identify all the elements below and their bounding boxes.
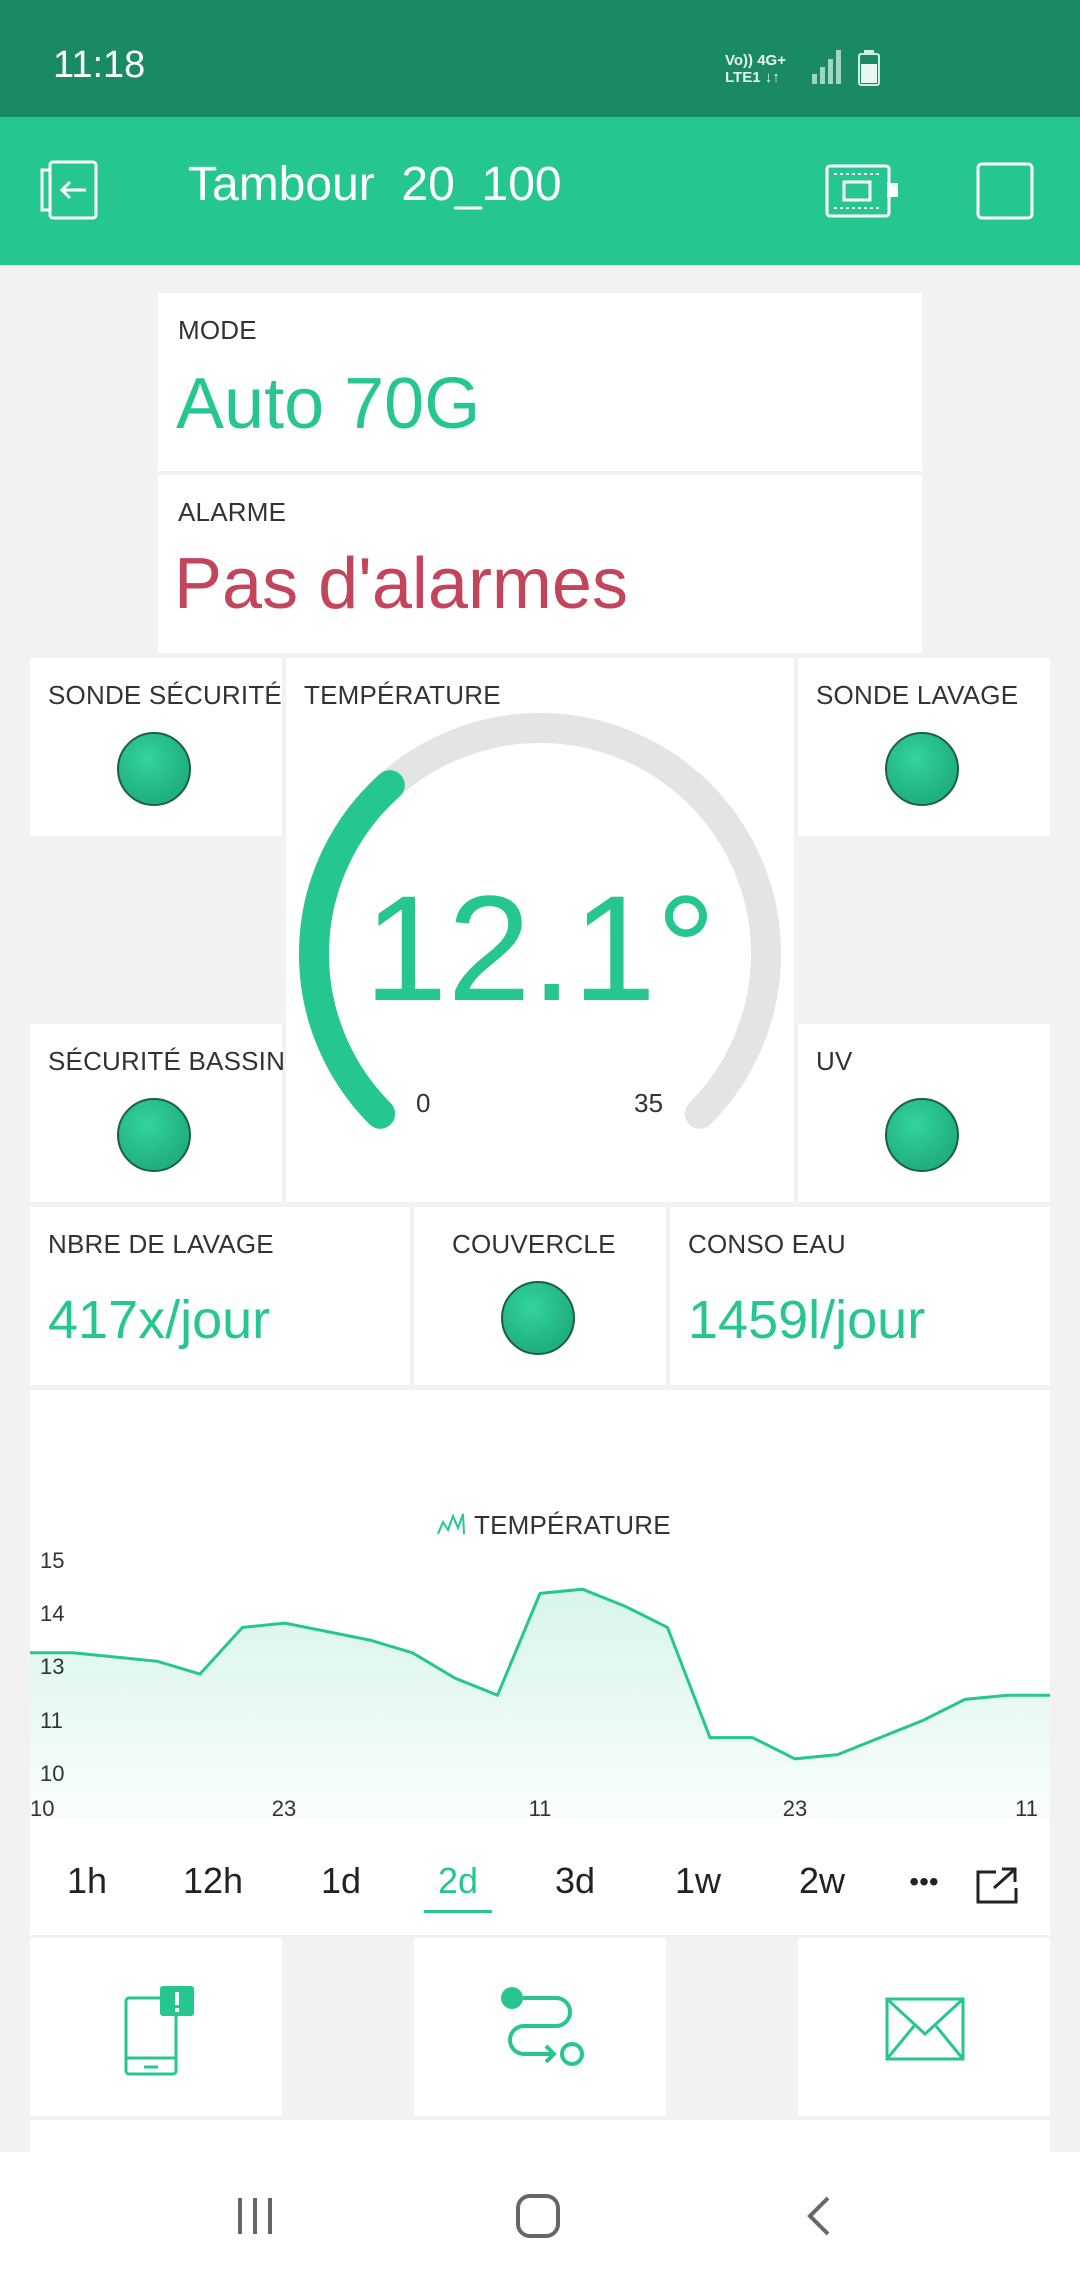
sonde-securite-widget[interactable]: SONDE SÉCURITÉ	[30, 658, 282, 836]
tab-3d[interactable]: 3d	[555, 1860, 595, 1902]
network-line2: LTE1 ↓↑	[725, 69, 780, 86]
couvercle-widget[interactable]: COUVERCLE	[414, 1207, 666, 1385]
temperature-gauge-widget[interactable]: TEMPÉRATURE 12.1° 0 35	[286, 658, 794, 1202]
tab-1w[interactable]: 1w	[675, 1860, 721, 1902]
chart-y-tick: 15	[40, 1548, 64, 1573]
sonde-lavage-label: SONDE LAVAGE	[816, 680, 1019, 710]
battery-icon	[858, 50, 880, 86]
network-indicator: Vo)) 4G+ LTE1 ↓↑	[725, 52, 786, 86]
temperature-value: 12.1°	[364, 864, 716, 1032]
tab-1d[interactable]: 1d	[321, 1860, 361, 1902]
system-nav-bar	[0, 2152, 1080, 2280]
chart-x-tick: 11	[529, 1796, 552, 1821]
export-icon[interactable]	[974, 1864, 1022, 1906]
tab-2w[interactable]: 2w	[799, 1860, 845, 1902]
mode-label: MODE	[178, 315, 257, 345]
nbre-lavage-label: NBRE DE LAVAGE	[48, 1229, 274, 1259]
route-widget[interactable]	[414, 1938, 666, 2116]
notification-widget[interactable]	[30, 1938, 282, 2116]
tab-2d[interactable]: 2d	[438, 1860, 478, 1902]
sonde-lavage-widget[interactable]: SONDE LAVAGE	[798, 658, 1050, 836]
network-line1: Vo)) 4G+	[725, 52, 786, 69]
home-icon[interactable]	[514, 2192, 562, 2240]
square-icon[interactable]	[976, 162, 1034, 220]
sonde-securite-label: SONDE SÉCURITÉ	[48, 680, 282, 710]
route-icon	[501, 1987, 584, 2066]
conso-eau-label: CONSO EAU	[688, 1229, 846, 1259]
securite-bassin-led	[117, 1098, 191, 1172]
chart-x-tick: 23	[272, 1796, 296, 1821]
nbre-lavage-widget[interactable]: NBRE DE LAVAGE 417x/jour	[30, 1207, 410, 1385]
chart-y-tick: 13	[40, 1654, 64, 1679]
signal-icon	[812, 50, 841, 84]
securite-bassin-widget[interactable]: SÉCURITÉ BASSIN	[30, 1024, 286, 1202]
tab-more[interactable]: •••	[909, 1866, 938, 1898]
device-board-icon[interactable]	[824, 163, 900, 219]
tab-1h[interactable]: 1h	[67, 1860, 107, 1902]
uv-label: UV	[816, 1046, 853, 1076]
chart-area-fill	[30, 1589, 1050, 1818]
chart-y-tick: 11	[40, 1708, 63, 1733]
mail-widget[interactable]	[798, 1938, 1050, 2116]
phone-notification-icon	[124, 1986, 194, 2076]
temperature-chart: 15 14 13 11 10 10 23 11 23 11	[30, 1548, 1050, 1821]
chart-x-tick: 10	[30, 1796, 54, 1821]
mode-value: Auto 70G	[176, 364, 481, 444]
chart-x-tick: 23	[783, 1796, 807, 1821]
conso-eau-value: 1459l/jour	[688, 1290, 926, 1350]
sonde-lavage-led	[885, 732, 959, 806]
status-bar	[0, 0, 1080, 117]
exit-icon[interactable]	[40, 158, 106, 222]
mode-widget[interactable]: MODE Auto 70G	[158, 293, 922, 471]
chart-x-tick: 11	[1015, 1796, 1038, 1821]
alarm-label: ALARME	[178, 497, 287, 527]
couvercle-label: COUVERCLE	[452, 1229, 616, 1259]
chart-y-tick: 10	[40, 1761, 64, 1786]
gauge-min-label: 0	[416, 1088, 431, 1118]
alarm-value: Pas d'alarmes	[174, 544, 628, 624]
conso-eau-widget[interactable]: CONSO EAU 1459l/jour	[670, 1207, 1050, 1385]
gauge-max-label: 35	[634, 1088, 664, 1118]
chart-legend: TEMPÉRATURE	[474, 1510, 671, 1540]
uv-led	[885, 1098, 959, 1172]
nbre-lavage-value: 417x/jour	[48, 1290, 271, 1350]
securite-bassin-label: SÉCURITÉ BASSIN	[48, 1046, 286, 1076]
alarm-widget[interactable]: ALARME Pas d'alarmes	[158, 475, 922, 653]
couvercle-led	[501, 1281, 575, 1355]
time-range-tabs: 1h 12h 1d 2d 3d 1w 2w •••	[30, 1840, 1050, 1920]
chart-y-tick: 14	[40, 1601, 64, 1626]
back-icon[interactable]	[804, 2194, 834, 2238]
mail-icon	[885, 1997, 965, 2061]
recent-apps-icon[interactable]	[234, 2196, 278, 2236]
active-tab-indicator	[424, 1910, 492, 1913]
status-time: 11:18	[53, 44, 146, 86]
sonde-securite-led	[117, 732, 191, 806]
tab-12h[interactable]: 12h	[183, 1860, 243, 1902]
uv-widget[interactable]: UV	[798, 1024, 1050, 1202]
chart-legend-icon	[437, 1513, 465, 1535]
page-title: Tambour 20_100	[188, 158, 562, 211]
